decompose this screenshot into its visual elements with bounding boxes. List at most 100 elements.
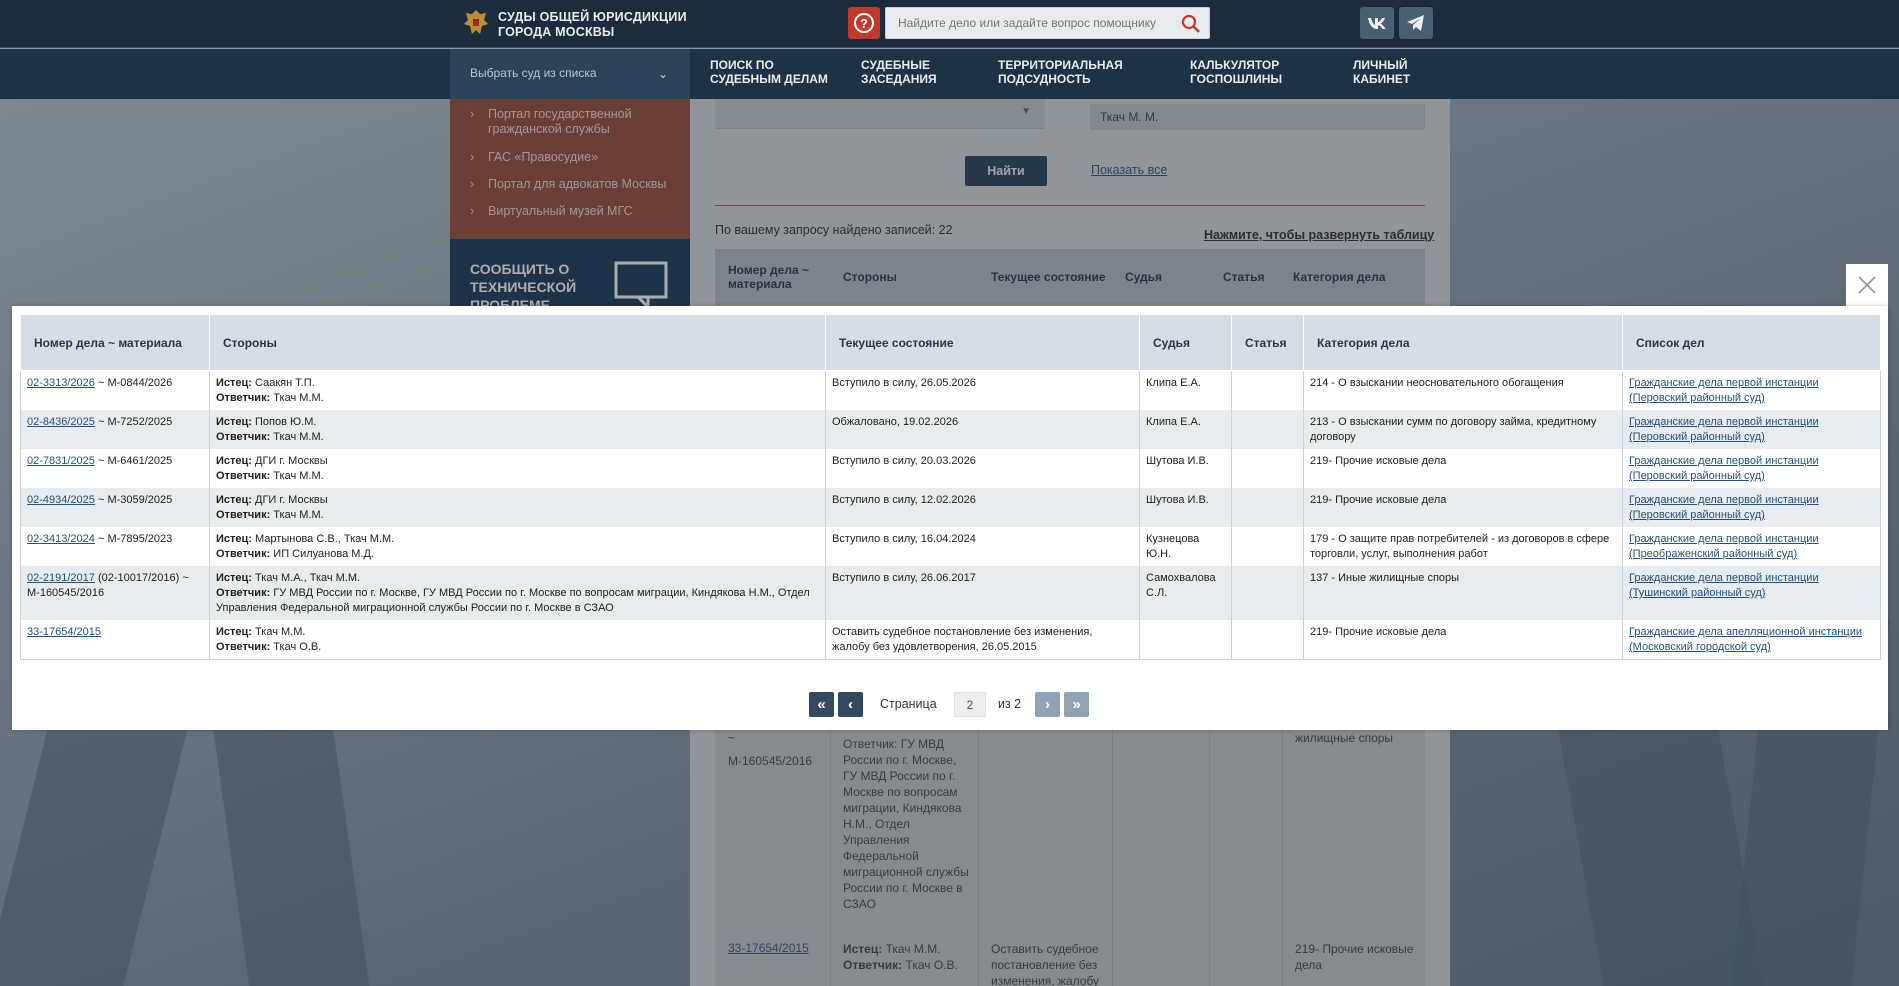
nav-case-search[interactable]: ПОИСК ПО СУДЕБНЫМ ДЕЛАМ (710, 58, 828, 86)
plaintiff-value: ДГИ г. Москвы (251, 455, 328, 467)
case-list-link[interactable]: Гражданские дела первой инстанции (Перов… (1629, 494, 1819, 521)
list-cell: Гражданские дела первой инстанции (Преоб… (1622, 527, 1881, 566)
list-cell: Гражданские дела первой инстанции (Перов… (1622, 370, 1881, 410)
list-cell: Гражданские дела первой инстанции (Перов… (1622, 488, 1881, 527)
court-select-dropdown[interactable]: Выбрать суд из списка ⌄ (450, 49, 690, 99)
table-row: 02-3313/2026 ~ М-0844/2026 Истец: Саакян… (20, 370, 1881, 410)
first-page-button[interactable]: « (809, 692, 834, 717)
plaintiff-value: Мартынова С.В., Ткач М.М. (251, 533, 395, 545)
case-material: ~ М-6461/2025 (94, 455, 173, 467)
telegram-button[interactable] (1399, 7, 1433, 39)
state-cell: Обжаловано, 19.02.2026 (825, 410, 1140, 449)
nav-court-sessions[interactable]: СУДЕБНЫЕ ЗАСЕДАНИЯ (861, 58, 937, 86)
nav-label: ПОДСУДНОСТЬ (998, 71, 1091, 86)
judge-cell: Клипа Е.А. (1139, 370, 1232, 410)
case-link[interactable]: 02-3413/2024 (27, 533, 95, 545)
col-case-number[interactable]: Номер дела ~ материала (20, 314, 210, 371)
plaintiff-value: Попов Ю.М. (251, 416, 317, 428)
article-cell (1231, 566, 1304, 620)
article-cell (1231, 527, 1304, 566)
page-number-input[interactable]: 2 (954, 692, 986, 717)
case-list-link[interactable]: Гражданские дела первой инстанции (Перов… (1629, 416, 1819, 443)
list-cell: Гражданские дела апелляционной инстанции… (1622, 620, 1881, 660)
assistant-help-button[interactable]: ? (848, 7, 880, 39)
list-cell: Гражданские дела первой инстанции (Перов… (1622, 410, 1881, 449)
defendant-value: Ткач М.М. (270, 470, 324, 482)
page-total: из 2 (998, 697, 1022, 711)
case-list-link[interactable]: Гражданские дела первой инстанции (Перов… (1629, 377, 1819, 404)
case-list-link[interactable]: Гражданские дела первой инстанции (Перов… (1629, 455, 1819, 482)
case-list-link[interactable]: Гражданские дела первой инстанции (Тушин… (1629, 572, 1819, 599)
state-cell: Вступило в силу, 26.06.2017 (825, 566, 1140, 620)
category-cell: 219- Прочие исковые дела (1303, 620, 1623, 660)
search-input[interactable] (886, 8, 1176, 38)
case-number-cell: 02-3413/2024 ~ М-7895/2023 (20, 527, 210, 566)
parties-cell: Истец: ДГИ г. Москвы Ответчик: Ткач М.М. (209, 449, 826, 488)
col-category[interactable]: Категория дела (1303, 314, 1623, 371)
judge-cell: Кузнецова Ю.Н. (1139, 527, 1232, 566)
defendant-label: Ответчик: (216, 392, 271, 404)
prev-page-button[interactable]: ‹ (838, 692, 863, 717)
article-cell (1231, 370, 1304, 410)
case-material: ~ М-3059/2025 (94, 494, 173, 506)
site-title[interactable]: СУДЫ ОБЩЕЙ ЮРИСДИКЦИИ ГОРОДА МОСКВЫ (498, 10, 687, 40)
defendant-label: Ответчик: (216, 431, 271, 443)
col-current-state[interactable]: Текущее состояние (825, 314, 1140, 371)
table-row: 02-2191/2017 (02-10017/2016) ~ М-160545/… (20, 566, 1881, 620)
court-select-label: Выбрать суд из списка (470, 66, 597, 80)
vk-button[interactable] (1360, 7, 1394, 39)
judge-cell: Шутова И.В. (1139, 488, 1232, 527)
category-cell: 214 - О взыскании неосновательного обога… (1303, 370, 1623, 410)
pagination: « ‹ Страница 2 из 2 › » (12, 692, 1888, 718)
vk-icon (1368, 18, 1386, 29)
defendant-label: Ответчик: (216, 548, 271, 560)
plaintiff-label: Истец: (216, 626, 252, 638)
defendant-value: ИП Силуанова М.Д. (270, 548, 374, 560)
search-box (885, 7, 1210, 39)
site-title-line2: ГОРОДА МОСКВЫ (498, 25, 615, 39)
col-case-list[interactable]: Список дел (1622, 314, 1881, 371)
state-cell: Вступило в силу, 20.03.2026 (825, 449, 1140, 488)
plaintiff-label: Истец: (216, 533, 252, 545)
article-cell (1231, 620, 1304, 660)
col-parties[interactable]: Стороны (209, 314, 826, 371)
case-link[interactable]: 33-17654/2015 (27, 626, 101, 638)
defendant-label: Ответчик: (216, 470, 271, 482)
defendant-label: Ответчик: (216, 641, 271, 653)
nav-label: СУДЕБНЫЕ (861, 58, 930, 72)
page-label: Страница (880, 697, 937, 711)
plaintiff-value: Ткач М.М. (251, 626, 306, 638)
coat-of-arms-icon[interactable] (462, 8, 490, 38)
defendant-value: Ткач О.В. (270, 641, 322, 653)
nav-label: КАБИНЕТ (1353, 71, 1411, 86)
case-link[interactable]: 02-2191/2017 (27, 572, 95, 584)
table-row: 02-4934/2025 ~ М-3059/2025 Истец: ДГИ г.… (20, 488, 1881, 527)
state-cell: Оставить судебное постановление без изме… (825, 620, 1140, 660)
case-link[interactable]: 02-4934/2025 (27, 494, 95, 506)
defendant-value: ГУ МВД России по г. Москве, ГУ МВД Росси… (216, 587, 810, 614)
next-page-button[interactable]: › (1035, 692, 1060, 717)
telegram-icon (1407, 15, 1424, 31)
col-article[interactable]: Статья (1231, 314, 1304, 371)
case-link[interactable]: 02-3313/2026 (27, 377, 95, 389)
category-cell: 179 - О защите прав потребителей - из до… (1303, 527, 1623, 566)
nav-personal-account[interactable]: ЛИЧНЫЙ КАБИНЕТ (1353, 58, 1411, 86)
col-judge[interactable]: Судья (1139, 314, 1232, 371)
modal-close-button[interactable] (1846, 264, 1888, 306)
nav-fee-calculator[interactable]: КАЛЬКУЛЯТОР ГОСПОШЛИНЫ (1190, 58, 1282, 86)
nav-jurisdiction[interactable]: ТЕРРИТОРИАЛЬНАЯ ПОДСУДНОСТЬ (998, 58, 1123, 86)
case-link[interactable]: 02-8436/2025 (27, 416, 95, 428)
table-row: 02-8436/2025 ~ М-7252/2025 Истец: Попов … (20, 410, 1881, 449)
chevron-down-icon: ⌄ (657, 67, 668, 81)
defendant-value: Ткач М.М. (270, 509, 324, 521)
case-list-link[interactable]: Гражданские дела апелляционной инстанции… (1629, 626, 1862, 653)
last-page-button[interactable]: » (1064, 692, 1089, 717)
search-icon[interactable] (1181, 14, 1201, 34)
case-link[interactable]: 02-7831/2025 (27, 455, 95, 467)
judge-cell: Клипа Е.А. (1139, 410, 1232, 449)
category-cell: 213 - О взыскании сумм по договору займа… (1303, 410, 1623, 449)
case-list-link[interactable]: Гражданские дела первой инстанции (Преоб… (1629, 533, 1819, 560)
expanded-results-modal: Номер дела ~ материала Стороны Текущее с… (12, 306, 1888, 730)
state-cell: Вступило в силу, 26.05.2026 (825, 370, 1140, 410)
table-row: 02-3413/2024 ~ М-7895/2023 Истец: Мартын… (20, 527, 1881, 566)
